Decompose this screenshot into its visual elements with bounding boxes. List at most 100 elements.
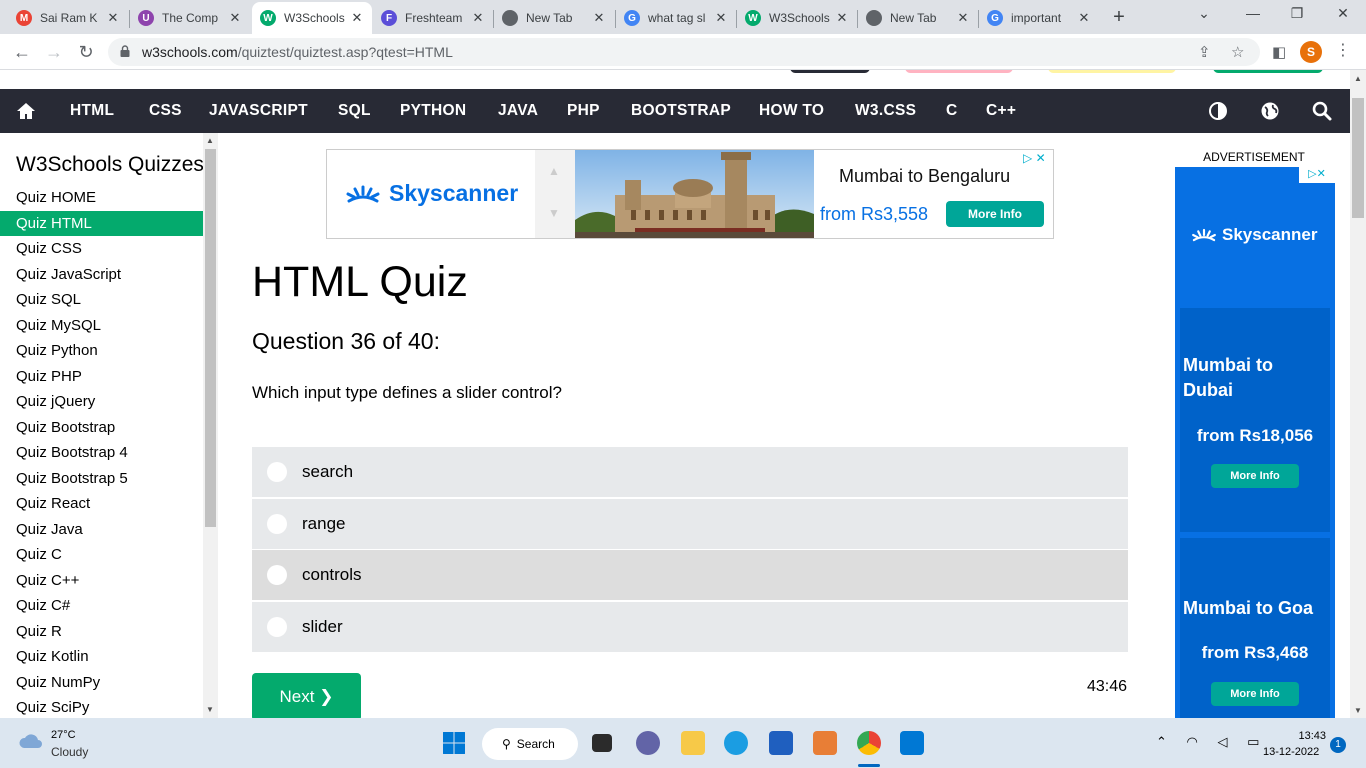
browser-tab[interactable]: New Tab ✕	[494, 4, 614, 32]
nav-link-bootstrap[interactable]: BOOTSTRAP	[631, 102, 731, 120]
nav-link-java[interactable]: JAVA	[498, 102, 538, 120]
browser-tab[interactable]: F Freshteam ✕	[373, 4, 493, 32]
new-tab-button[interactable]: +	[1109, 7, 1129, 27]
sidebar-item[interactable]: Quiz JavaScript	[0, 262, 203, 288]
tab-close-icon[interactable]: ✕	[471, 10, 485, 26]
browser-tab[interactable]: New Tab ✕	[858, 4, 978, 32]
task-view-icon[interactable]	[592, 734, 612, 752]
store-icon[interactable]	[769, 731, 793, 755]
close-window-button[interactable]: ✕	[1333, 5, 1353, 22]
forward-arrow-icon[interactable]: →	[44, 42, 64, 62]
answer-option[interactable]: slider	[252, 601, 1128, 652]
radio-button[interactable]	[267, 462, 287, 482]
top-banner-ad[interactable]: Skyscanner ▲ ▼ Mumbai to Bengaluru from …	[326, 149, 1054, 239]
scroll-up-arrow-icon[interactable]: ▲	[206, 136, 214, 145]
nav-link-python[interactable]: PYTHON	[400, 102, 466, 120]
browser-tab[interactable]: W W3Schools ✕	[737, 4, 857, 32]
edge-icon[interactable]	[724, 731, 748, 755]
vscode-icon[interactable]	[900, 731, 924, 755]
minimize-button[interactable]: —	[1243, 5, 1263, 21]
adchoices-icon[interactable]: ▷ ✕	[1023, 151, 1046, 165]
sidebar-item[interactable]: Quiz Bootstrap 5	[0, 466, 203, 492]
header-button-pink[interactable]	[905, 70, 1013, 73]
home-icon[interactable]	[15, 100, 37, 122]
file-explorer-icon[interactable]	[681, 731, 705, 755]
clock-date[interactable]: 13-12-2022	[1263, 746, 1319, 758]
nav-link-css[interactable]: CSS	[149, 102, 182, 120]
nav-link-javascript[interactable]: JAVASCRIPT	[209, 102, 308, 120]
sidebar-item[interactable]: Quiz HTML	[0, 210, 203, 236]
reload-icon[interactable]: ↻	[76, 42, 96, 62]
teams-chat-icon[interactable]	[636, 731, 660, 755]
maximize-button[interactable]: ❐	[1287, 5, 1307, 22]
sidebar-item[interactable]: Quiz CSS	[0, 236, 203, 262]
nav-link-w3-css[interactable]: W3.CSS	[855, 102, 916, 120]
snipping-tool-icon[interactable]	[813, 731, 837, 755]
sidebar-item[interactable]: Quiz React	[0, 491, 203, 517]
weather-description[interactable]: Cloudy	[51, 745, 88, 759]
page-scroll-up-icon[interactable]: ▲	[1354, 74, 1362, 83]
tab-close-icon[interactable]: ✕	[350, 10, 364, 26]
sidebar-scrollbar[interactable]: ▲ ▼	[203, 133, 218, 718]
page-scroll-thumb[interactable]	[1352, 98, 1364, 218]
radio-button[interactable]	[267, 616, 287, 637]
ad-down-arrow-icon[interactable]: ▼	[548, 206, 560, 220]
page-scroll-down-icon[interactable]: ▼	[1354, 706, 1362, 715]
sidebar-item[interactable]: Quiz R	[0, 619, 203, 645]
tab-close-icon[interactable]: ✕	[956, 10, 970, 26]
url-omnibox[interactable]: w3schools.com/quiztest/quiztest.asp?qtes…	[108, 38, 1260, 66]
share-icon[interactable]: ⇪	[1198, 43, 1211, 61]
browser-tab[interactable]: U The Comp ✕	[130, 4, 250, 32]
sidebar-item[interactable]: Quiz NumPy	[0, 670, 203, 696]
scroll-down-arrow-icon[interactable]: ▼	[206, 705, 214, 714]
url-text[interactable]: w3schools.com/quiztest/quiztest.asp?qtes…	[142, 44, 453, 60]
sidebar-item[interactable]: Quiz SciPy	[0, 695, 203, 718]
taskbar-search[interactable]: ⚲ Search	[482, 728, 578, 760]
tab-close-icon[interactable]: ✕	[1077, 10, 1091, 26]
header-button-dark[interactable]	[790, 70, 870, 73]
kebab-menu-icon[interactable]: ⋮	[1335, 40, 1351, 60]
tab-close-icon[interactable]: ✕	[714, 10, 728, 26]
sidebar-item[interactable]: Quiz C	[0, 542, 203, 568]
windows-start-icon[interactable]	[442, 731, 466, 755]
sidebar-item[interactable]: Quiz MySQL	[0, 313, 203, 339]
chrome-taskbar-icon[interactable]	[857, 731, 881, 755]
header-button-green[interactable]	[1213, 70, 1323, 73]
tab-close-icon[interactable]: ✕	[835, 10, 849, 26]
nav-link-how-to[interactable]: HOW TO	[759, 102, 824, 120]
lock-icon[interactable]	[120, 45, 130, 57]
search-icon[interactable]	[1311, 100, 1333, 122]
ad-more-info-button[interactable]: More Info	[946, 201, 1044, 227]
ad-up-arrow-icon[interactable]: ▲	[548, 164, 560, 178]
sidebar-item[interactable]: Quiz Bootstrap	[0, 415, 203, 441]
sidebar-item[interactable]: Quiz Java	[0, 517, 203, 543]
tab-close-icon[interactable]: ✕	[106, 10, 120, 26]
radio-button[interactable]	[267, 565, 287, 585]
tab-search-icon[interactable]: ⌄	[1194, 5, 1214, 22]
side-panel-icon[interactable]: ◧	[1272, 43, 1286, 61]
profile-avatar[interactable]: S	[1300, 41, 1322, 63]
clock-time[interactable]: 13:43	[1292, 730, 1326, 742]
header-button-yellow[interactable]	[1048, 70, 1176, 73]
browser-tab[interactable]: M Sai Ram K ✕	[8, 4, 128, 32]
ad-carousel-arrows[interactable]: ▲ ▼	[535, 150, 575, 238]
globe-icon[interactable]	[1259, 100, 1281, 122]
sidebar-item[interactable]: Quiz Python	[0, 338, 203, 364]
nav-link-html[interactable]: HTML	[70, 102, 114, 120]
tab-close-icon[interactable]: ✕	[592, 10, 606, 26]
sidebar-item[interactable]: Quiz C++	[0, 568, 203, 594]
offer-more-info-button[interactable]: More Info	[1211, 682, 1299, 706]
next-button[interactable]: Next ❯	[252, 673, 361, 721]
sidebar-item[interactable]: Quiz Bootstrap 4	[0, 440, 203, 466]
sidebar-item[interactable]: Quiz PHP	[0, 364, 203, 390]
sidebar-item[interactable]: Quiz SQL	[0, 287, 203, 313]
offer-more-info-button[interactable]: More Info	[1211, 464, 1299, 488]
sidebar-scroll-thumb[interactable]	[205, 149, 216, 527]
nav-link-c[interactable]: C++	[986, 102, 1016, 120]
nav-link-c[interactable]: C	[946, 102, 958, 120]
answer-option[interactable]: controls	[252, 550, 1128, 600]
back-arrow-icon[interactable]: ←	[12, 42, 32, 62]
system-tray-icons[interactable]: ⌃ ◠ ◁ ▭	[1156, 734, 1267, 750]
offer-card-goa[interactable]: Mumbai to Goa from Rs3,468 More Info	[1180, 538, 1330, 727]
right-skyscanner-ad[interactable]: ▷✕ Skyscanner Mumbai to Dubai from Rs18,…	[1175, 167, 1335, 727]
